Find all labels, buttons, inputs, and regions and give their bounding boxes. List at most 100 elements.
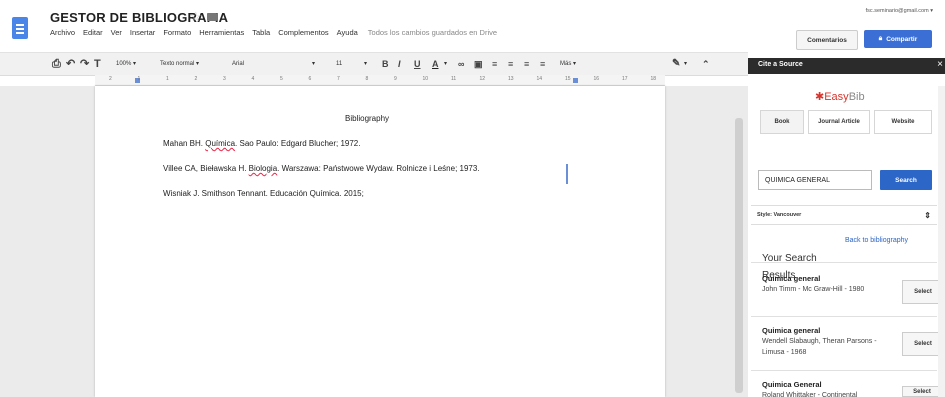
comment-icon[interactable]: ▣ bbox=[474, 58, 483, 70]
ruler-tick-label: 11 bbox=[451, 76, 457, 82]
easybib-logo-star: ✱ bbox=[815, 91, 825, 103]
panel-scrollbar[interactable] bbox=[938, 86, 945, 397]
tab-journal-article[interactable]: Journal Article bbox=[808, 110, 870, 134]
collapse-icon[interactable]: ⌃ bbox=[702, 58, 710, 70]
ruler-tick-label: 16 bbox=[593, 76, 600, 82]
close-icon[interactable]: × bbox=[937, 59, 943, 70]
document-scrollbar[interactable] bbox=[735, 118, 743, 393]
size-chevron-icon[interactable]: ▾ bbox=[364, 58, 367, 70]
reference-line[interactable]: Mahan BH. Química. Sao Paulo: Edgard Blu… bbox=[163, 139, 360, 148]
divider bbox=[751, 370, 937, 371]
ruler-tick-label: 9 bbox=[394, 76, 397, 82]
ruler-tick-label: 10 bbox=[422, 76, 429, 82]
menu-formato[interactable]: Formato bbox=[163, 28, 191, 42]
justify-icon[interactable]: ≡ bbox=[540, 58, 545, 70]
result-title: Quimica general bbox=[762, 326, 821, 335]
italic-icon[interactable]: I bbox=[398, 58, 401, 70]
menu-tabla[interactable]: Tabla bbox=[252, 28, 270, 42]
menu-editar[interactable]: Editar bbox=[83, 28, 103, 42]
ruler-tick-label: 18 bbox=[650, 76, 657, 82]
result-details: John Timm - Mc Graw-Hill - 1980 bbox=[762, 286, 865, 293]
result-title: Quimica general bbox=[762, 274, 821, 283]
save-status: Todos los cambios guardados en Drive bbox=[367, 28, 498, 37]
select-button[interactable]: Select bbox=[902, 386, 942, 397]
more-menu[interactable]: Más ▾ bbox=[560, 58, 576, 70]
citation-style-select[interactable]: Style: Vancouver ⇕ bbox=[751, 205, 937, 225]
ruler-tick-label: 5 bbox=[280, 76, 283, 82]
pencil-icon[interactable]: ✎ bbox=[672, 58, 680, 70]
menu-bar: Archivo Editar Ver Insertar Formato Herr… bbox=[50, 28, 497, 42]
spellcheck-word[interactable]: Biologia bbox=[249, 164, 277, 173]
print-icon[interactable]: ⎙ bbox=[52, 58, 61, 70]
ruler-tick-label: 2 bbox=[194, 76, 198, 82]
easybib-logo-bib: Bib bbox=[848, 91, 865, 103]
ruler-right-indent-marker[interactable] bbox=[573, 78, 578, 83]
ruler-tick-label: 7 bbox=[337, 76, 340, 82]
menu-archivo[interactable]: Archivo bbox=[50, 28, 75, 42]
star-icon[interactable]: ☆ bbox=[190, 9, 202, 25]
menu-complementos[interactable]: Complementos bbox=[278, 28, 328, 42]
result-title: Quimica General bbox=[762, 380, 822, 389]
ruler-tick-label: 1 bbox=[137, 76, 141, 82]
text-color-chevron-icon[interactable]: ▾ bbox=[444, 58, 447, 70]
redo-icon[interactable]: ↷ bbox=[80, 58, 89, 70]
reference-line[interactable]: Villee CA, Bieławska H. Biologia. Warsza… bbox=[163, 164, 480, 173]
bold-icon[interactable]: B bbox=[382, 58, 389, 70]
bibliography-heading: Bibliography bbox=[345, 114, 390, 123]
easybib-logo-easy: Easy bbox=[824, 91, 849, 103]
share-button[interactable]: 🔒︎ Compartir bbox=[864, 30, 932, 48]
divider bbox=[751, 262, 937, 263]
size-value: 11 bbox=[336, 61, 343, 67]
ruler[interactable]: 2 1 1 2 3 4 5 6 7 8 9 10 11 12 13 14 15 16 17 18 bbox=[95, 75, 665, 86]
align-left-icon[interactable]: ≡ bbox=[492, 58, 497, 70]
paint-format-icon[interactable]: T bbox=[94, 58, 101, 70]
menu-herramientas[interactable]: Herramientas bbox=[199, 28, 244, 42]
menu-ayuda[interactable]: Ayuda bbox=[337, 28, 358, 42]
docs-logo-icon[interactable] bbox=[12, 17, 28, 39]
select-arrows-icon: ⇕ bbox=[924, 210, 931, 220]
align-center-icon[interactable]: ≡ bbox=[508, 58, 513, 70]
ruler-tick-label: 3 bbox=[223, 76, 226, 82]
underline-icon[interactable]: U bbox=[414, 58, 421, 70]
text-color-icon[interactable]: A bbox=[432, 58, 439, 70]
zoom-select[interactable]: 100% ▾ bbox=[116, 58, 136, 70]
formatting-toolbar: ⎙ ↶ ↷ T 100% ▾ Texto normal ▾ Arial ▾ 11… bbox=[0, 52, 748, 76]
menu-ver[interactable]: Ver bbox=[111, 28, 122, 42]
lock-icon: 🔒︎ bbox=[878, 35, 883, 42]
font-chevron-icon[interactable]: ▾ bbox=[312, 58, 315, 70]
ruler-tick-label: 1 bbox=[166, 76, 169, 82]
ruler-tick-label: 6 bbox=[308, 76, 312, 82]
tab-website[interactable]: Website bbox=[874, 110, 932, 134]
undo-icon[interactable]: ↶ bbox=[66, 58, 75, 70]
citation-style-value: Style: Vancouver bbox=[757, 212, 802, 218]
style-select[interactable]: Texto normal ▾ bbox=[160, 58, 199, 70]
result-details: Wendell Slabaugh, Theran Parsons - Limus… bbox=[762, 338, 877, 356]
reference-text: . Warszawa: Państwowe Wydaw. Rolnicze i … bbox=[277, 164, 480, 173]
spellcheck-word[interactable]: Química bbox=[205, 139, 235, 148]
font-select[interactable]: Arial bbox=[232, 58, 244, 70]
link-icon[interactable]: ∞ bbox=[458, 58, 464, 70]
align-right-icon[interactable]: ≡ bbox=[524, 58, 529, 70]
size-select[interactable]: 11 bbox=[336, 58, 342, 70]
result-details: Roland Whittaker - Continental bbox=[762, 392, 858, 397]
menu-insertar[interactable]: Insertar bbox=[130, 28, 155, 42]
style-value: Texto normal bbox=[160, 61, 195, 67]
search-button[interactable]: Search bbox=[880, 170, 932, 190]
reference-text: Wisniak J. Smithson Tennant. Educación Q… bbox=[163, 189, 364, 198]
zoom-value: 100% bbox=[116, 61, 132, 67]
reference-line[interactable]: Wisniak J. Smithson Tennant. Educación Q… bbox=[163, 189, 364, 198]
share-button-label: Compartir bbox=[886, 35, 918, 43]
reference-text: Villee CA, Bieławska H. bbox=[163, 164, 249, 173]
tab-book[interactable]: Book bbox=[760, 110, 804, 134]
folder-icon[interactable] bbox=[207, 13, 217, 21]
account-email[interactable]: fsc.seminario@gmail.com ▾ bbox=[866, 8, 933, 14]
back-to-bibliography-link[interactable]: Back to bibliography bbox=[845, 237, 908, 244]
divider bbox=[751, 316, 937, 317]
more-label: Más bbox=[560, 61, 572, 67]
document-page[interactable] bbox=[95, 86, 665, 397]
comments-button[interactable]: Comentarios bbox=[796, 30, 858, 50]
mode-chevron-icon[interactable]: ▾ bbox=[684, 58, 687, 70]
panel-header: Cite a Source × bbox=[748, 58, 945, 74]
search-input[interactable]: QUIMICA GENERAL bbox=[758, 170, 872, 190]
reference-text: Mahan BH. bbox=[163, 139, 206, 148]
